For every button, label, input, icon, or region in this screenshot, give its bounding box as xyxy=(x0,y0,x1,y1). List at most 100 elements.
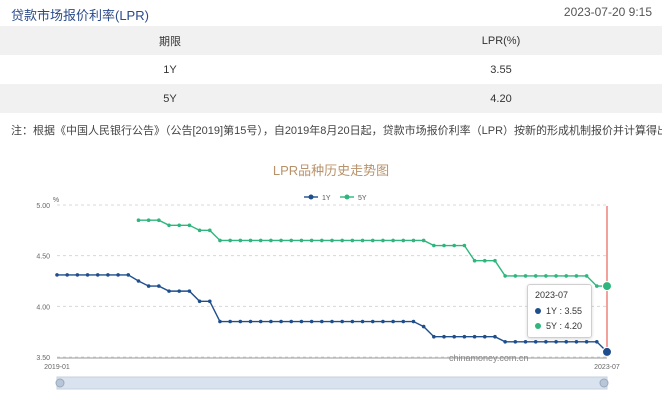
data-point xyxy=(472,334,477,339)
data-point xyxy=(574,274,579,278)
zoom-track[interactable] xyxy=(56,376,608,390)
data-point xyxy=(442,334,446,339)
data-point xyxy=(238,238,243,243)
data-point xyxy=(391,319,395,324)
data-point xyxy=(482,258,487,263)
data-point xyxy=(360,319,365,324)
zoom-handle-icon[interactable] xyxy=(55,378,65,388)
data-point xyxy=(207,299,212,304)
data-point xyxy=(299,238,304,243)
data-point xyxy=(207,228,212,233)
data-point xyxy=(289,319,294,324)
data-point xyxy=(544,274,548,278)
data-point xyxy=(503,274,507,278)
data-point xyxy=(523,340,528,344)
data-point xyxy=(381,319,385,324)
data-point xyxy=(595,284,599,288)
data-point xyxy=(421,238,426,243)
data-point xyxy=(401,238,406,243)
page-title: 贷款市场报价利率(LPR) xyxy=(11,8,149,23)
data-point xyxy=(401,319,406,324)
data-point xyxy=(167,223,171,228)
data-point xyxy=(309,319,314,324)
data-point xyxy=(493,258,497,263)
data-point xyxy=(472,258,477,263)
series-dot-icon xyxy=(535,308,541,314)
data-point xyxy=(248,319,253,324)
table-header-row: 期限 LPR(%) xyxy=(0,26,662,55)
data-point xyxy=(126,273,131,277)
data-point xyxy=(574,340,579,344)
data-point xyxy=(228,319,232,324)
column-header-term: 期限 xyxy=(159,35,181,48)
data-point xyxy=(65,273,69,277)
table-row: 5Y 4.20 xyxy=(0,84,662,113)
series-5y xyxy=(136,218,612,292)
data-point xyxy=(85,273,90,277)
data-point xyxy=(218,319,222,324)
lpr-table: 期限 LPR(%) 1Y 3.55 5Y 4.20 xyxy=(0,26,662,113)
data-point xyxy=(452,334,457,339)
data-point xyxy=(340,319,344,324)
data-point xyxy=(493,334,497,339)
y-tick-label: 4.00 xyxy=(36,304,50,311)
tooltip-series-name: 1Y xyxy=(546,306,558,316)
series-dot-icon xyxy=(535,323,541,329)
data-point xyxy=(116,273,120,277)
data-point xyxy=(269,319,273,324)
y-tick-label: 5.00 xyxy=(36,203,50,210)
legend-dot-icon xyxy=(308,194,314,200)
data-point xyxy=(299,319,304,324)
data-point xyxy=(279,319,283,324)
data-point xyxy=(503,340,507,344)
data-point xyxy=(228,238,232,243)
data-point xyxy=(442,243,446,248)
data-point xyxy=(432,334,436,339)
data-point xyxy=(55,273,59,277)
data-point xyxy=(258,319,263,324)
data-point xyxy=(421,324,426,329)
data-point xyxy=(350,238,355,243)
page-header: 贷款市场报价利率(LPR) 2023-07-20 9:15 xyxy=(0,0,662,26)
data-point xyxy=(157,218,161,222)
chart-tooltip: 2023-07 1Y : 3.55 5Y : 4.20 xyxy=(527,284,592,338)
data-point xyxy=(340,238,344,243)
data-point xyxy=(391,238,395,243)
data-point xyxy=(106,273,110,277)
data-point xyxy=(564,274,569,278)
x-tick-label: 2023-07 xyxy=(594,364,620,371)
data-point xyxy=(157,284,161,288)
chart-legend[interactable]: 1Y 5Y xyxy=(304,194,367,203)
data-point xyxy=(462,243,467,248)
data-point xyxy=(187,289,192,293)
data-point xyxy=(513,340,518,344)
y-tick-label: 3.50 xyxy=(36,355,50,362)
zoom-slider[interactable] xyxy=(55,376,609,390)
data-point xyxy=(554,340,558,344)
table-row: 1Y 3.55 xyxy=(0,55,662,84)
data-point xyxy=(197,228,202,233)
zoom-handle-icon[interactable] xyxy=(599,378,609,388)
legend-item-1y[interactable]: 1Y xyxy=(304,194,331,203)
data-point xyxy=(584,274,589,278)
data-point xyxy=(258,238,263,243)
cell-term: 1Y xyxy=(163,63,177,76)
data-point xyxy=(330,238,334,243)
data-point xyxy=(411,238,416,243)
data-point xyxy=(95,273,100,277)
footnote: 注：根据《中国人民银行公告》（公告[2019]第15号），自2019年8月20日… xyxy=(11,125,662,137)
data-point xyxy=(554,274,558,278)
legend-item-5y[interactable]: 5Y xyxy=(340,194,367,203)
data-point xyxy=(595,340,599,344)
cell-term: 5Y xyxy=(163,92,177,105)
data-point xyxy=(482,334,487,339)
chart-watermark: chinamoney.com.cn xyxy=(449,353,528,363)
data-point xyxy=(167,289,171,293)
data-point xyxy=(177,223,182,228)
legend-dot-icon xyxy=(344,194,350,200)
data-point xyxy=(136,218,141,222)
data-point xyxy=(279,238,283,243)
data-point xyxy=(350,319,355,324)
cell-rate: 3.55 xyxy=(490,63,512,76)
data-point xyxy=(513,274,518,278)
